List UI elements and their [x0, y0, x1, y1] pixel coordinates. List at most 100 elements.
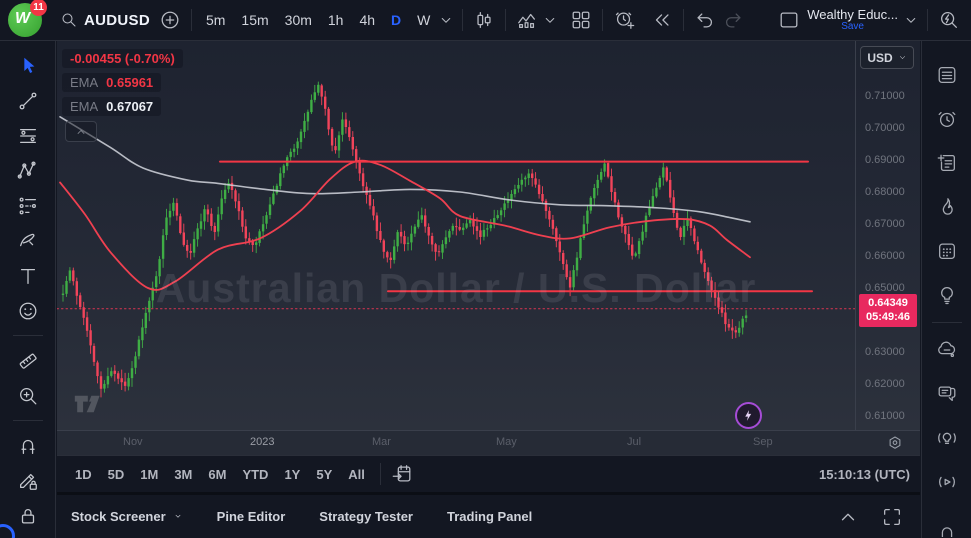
flame-icon[interactable]: [933, 194, 960, 219]
cursor-tool-icon[interactable]: [16, 54, 39, 77]
toolbar-divider: [505, 9, 506, 31]
alarm-icon[interactable]: [933, 107, 960, 132]
layout-name-block[interactable]: Wealthy Educ... Save: [807, 8, 898, 32]
minds-icon[interactable]: [933, 338, 960, 363]
symbol-change-row[interactable]: -0.00455 (-0.70%): [62, 49, 183, 68]
price-tick: 0.61000: [865, 410, 905, 422]
broker-logo[interactable]: W 11: [8, 3, 42, 37]
timeframe-30m[interactable]: 30m: [278, 8, 319, 32]
timeframe-5m[interactable]: 5m: [199, 8, 232, 32]
watchlist-icon[interactable]: [933, 63, 960, 88]
lock-tool-icon[interactable]: [16, 504, 39, 527]
tab-trading-panel[interactable]: Trading Panel: [447, 509, 532, 524]
date-tick: 2023: [250, 436, 274, 448]
range-5y[interactable]: 5Y: [308, 463, 340, 486]
panel-expand-icon[interactable]: [834, 503, 862, 531]
bar-countdown: 05:49:46: [859, 310, 917, 324]
toolbar-divider: [462, 9, 463, 31]
indicators-icon[interactable]: [513, 6, 541, 34]
ruler-tool-icon[interactable]: [16, 349, 39, 372]
trendline-tool-icon[interactable]: [16, 89, 39, 112]
chart-settings-gear-icon[interactable]: [886, 434, 904, 457]
calendardots-icon[interactable]: [933, 238, 960, 263]
utc-clock: 15:10:13 (UTC): [819, 467, 910, 482]
drawing-toolbar: [0, 41, 56, 538]
price-axis[interactable]: USD 0.64349 05:49:46 0.710000.700000.690…: [855, 41, 920, 430]
magnet-tool-icon[interactable]: [16, 434, 39, 457]
bulb-icon[interactable]: [933, 282, 960, 307]
layout-grid-icon[interactable]: [567, 6, 595, 34]
sidebar-divider: [932, 322, 962, 323]
boost-lightning-button[interactable]: [735, 402, 762, 429]
pencillock-tool-icon[interactable]: [16, 469, 39, 492]
go-to-date-icon[interactable]: [388, 460, 416, 488]
symbol-search[interactable]: AUDUSD: [54, 5, 156, 35]
balloon-icon[interactable]: [933, 513, 960, 538]
tab-label: Trading Panel: [447, 509, 532, 524]
notesplus-icon[interactable]: [933, 151, 960, 176]
timeframe-W[interactable]: W: [410, 8, 437, 32]
timeframe-D[interactable]: D: [384, 8, 408, 32]
range-3m[interactable]: 3M: [166, 463, 200, 486]
layout-chevron-down-icon[interactable]: [902, 6, 920, 34]
broker-logo-glyph: W: [15, 10, 30, 28]
currency-selector[interactable]: USD: [860, 46, 914, 69]
candle-style-icon[interactable]: [470, 6, 498, 34]
range-1d[interactable]: 1D: [67, 463, 100, 486]
streams-icon[interactable]: [933, 469, 960, 494]
zoomin-tool-icon[interactable]: [16, 384, 39, 407]
quick-search-icon[interactable]: [935, 6, 963, 34]
top-toolbar: W 11 AUDUSD 5m15m30m1h4hDW Wealthy Educ.…: [0, 0, 971, 41]
date-tick: Sep: [753, 436, 773, 448]
current-price-value: 0.64349: [859, 296, 917, 310]
fullscreen-icon[interactable]: [878, 503, 906, 531]
save-link[interactable]: Save: [841, 22, 864, 33]
range-all[interactable]: All: [340, 463, 373, 486]
text-tool-icon[interactable]: [16, 264, 39, 287]
toolbar-divider: [602, 9, 603, 31]
save-layout-icon[interactable]: [775, 6, 803, 34]
layout-name[interactable]: Wealthy Educ...: [807, 8, 898, 22]
brush-tool-icon[interactable]: [16, 229, 39, 252]
smiley-tool-icon[interactable]: [16, 299, 39, 322]
tradingview-logo[interactable]: [71, 391, 107, 422]
range-1m[interactable]: 1M: [132, 463, 166, 486]
range-ytd[interactable]: YTD: [234, 463, 276, 486]
tab-pine-editor[interactable]: Pine Editor: [217, 509, 286, 524]
range-5d[interactable]: 5D: [100, 463, 133, 486]
chart-pane[interactable]: Australian Dollar / U.S. Dollar -0.00455…: [57, 41, 855, 430]
create-alert-icon[interactable]: [610, 6, 638, 34]
date-axis[interactable]: Nov2023MarMayJulSep: [57, 430, 920, 455]
ema-slow-value: 0.67067: [106, 99, 153, 114]
indicators-chevron-down-icon[interactable]: [541, 6, 559, 34]
price-change-value: -0.00455 (-0.70%): [70, 51, 175, 66]
bulblive-icon[interactable]: [933, 426, 960, 451]
timeframe-chevron-down-icon[interactable]: [437, 6, 455, 34]
ema-fast-row[interactable]: EMA 0.65961: [62, 73, 161, 92]
date-tick: May: [496, 436, 517, 448]
legend-collapse-button[interactable]: [65, 121, 97, 142]
chat-icon[interactable]: [933, 382, 960, 407]
tab-strategy-tester[interactable]: Strategy Tester: [319, 509, 413, 524]
range-1y[interactable]: 1Y: [276, 463, 308, 486]
ema-fast-value: 0.65961: [106, 75, 153, 90]
bar-replay-icon[interactable]: [648, 6, 676, 34]
compare-add-icon[interactable]: [156, 6, 184, 34]
range-6m[interactable]: 6M: [200, 463, 234, 486]
timeframe-15m[interactable]: 15m: [234, 8, 275, 32]
ema-label: EMA: [70, 99, 98, 114]
search-icon: [60, 6, 78, 34]
forecast-tool-icon[interactable]: [16, 194, 39, 217]
ema-slow-row[interactable]: EMA 0.67067: [62, 97, 161, 116]
xabcd-tool-icon[interactable]: [16, 159, 39, 182]
fib-tool-icon[interactable]: [16, 124, 39, 147]
date-tick: Nov: [123, 436, 143, 448]
tab-stock-screener[interactable]: Stock Screener: [71, 509, 183, 524]
range-buttons: 1D5D1M3M6MYTD1Y5YAll: [67, 463, 373, 486]
price-tick: 0.62000: [865, 378, 905, 390]
undo-icon[interactable]: [691, 6, 719, 34]
timeframe-1h[interactable]: 1h: [321, 8, 351, 32]
timeframe-group: 5m15m30m1h4hDW: [199, 8, 437, 32]
redo-icon[interactable]: [719, 6, 747, 34]
timeframe-4h[interactable]: 4h: [352, 8, 382, 32]
